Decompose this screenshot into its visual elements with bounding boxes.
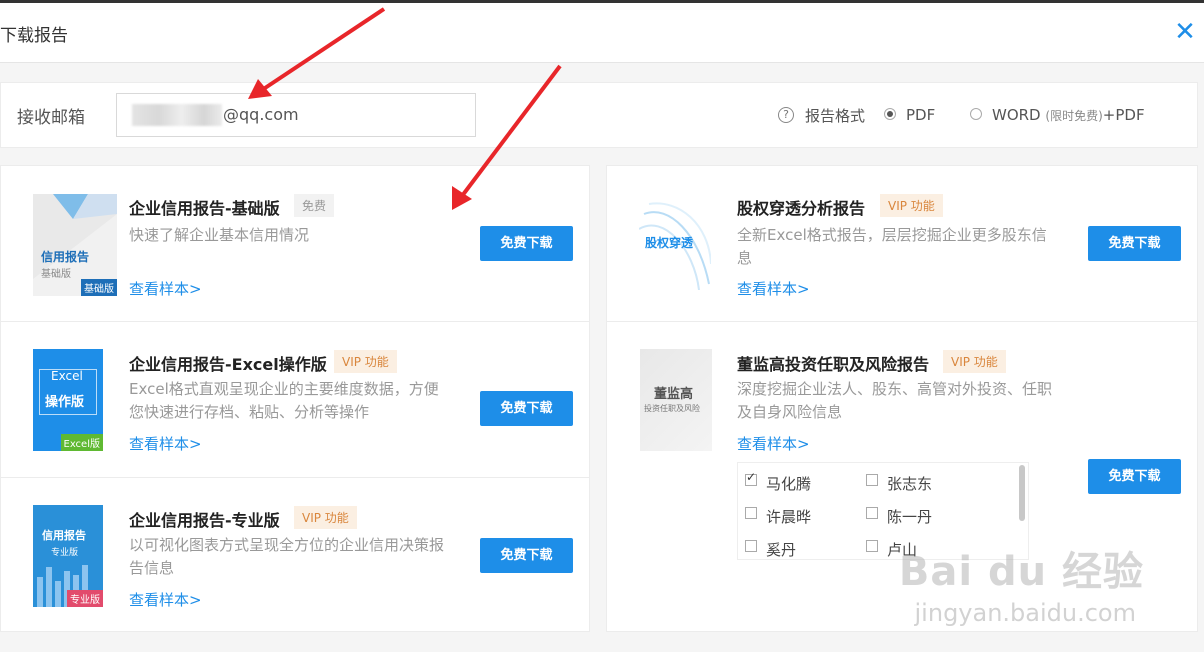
- close-icon[interactable]: ✕: [1170, 17, 1200, 47]
- person-name: 奚丹: [766, 541, 797, 559]
- vip-badge: VIP 功能: [943, 350, 1006, 373]
- view-sample-link[interactable]: 查看样本>: [129, 278, 202, 299]
- baidu-watermark-url: jingyan.baidu.com: [914, 599, 1136, 627]
- checkbox-person[interactable]: [745, 540, 757, 552]
- radio-pdf[interactable]: [884, 108, 896, 120]
- person-name: 张志东: [887, 475, 933, 493]
- report-card-excel: Excel 操作版 Excel版 企业信用报告-Excel操作版 VIP 功能 …: [1, 322, 589, 477]
- modal-title: 下载报告: [0, 26, 68, 46]
- report-card-pro: 信用报告 专业版 专业版 企业信用报告-专业版 VIP 功能 以可视化图表方式呈…: [1, 478, 589, 633]
- word-label: WORD (限时免费)+PDF: [992, 106, 1145, 124]
- checkbox-person[interactable]: [866, 540, 878, 552]
- card-description: 以可视化图表方式呈现全方位的企业信用决策报告信息: [129, 536, 445, 577]
- word-label-text: WORD: [992, 106, 1041, 124]
- thumb-title: 信用报告: [41, 250, 90, 264]
- card-title: 企业信用报告-基础版: [129, 199, 280, 218]
- word-note: (限时免费): [1045, 109, 1103, 123]
- view-sample-link[interactable]: 查看样本>: [737, 278, 810, 299]
- free-download-button[interactable]: 免费下载: [1088, 459, 1181, 494]
- checkbox-person[interactable]: [745, 507, 757, 519]
- radio-word[interactable]: [970, 108, 982, 120]
- modal-header: 下载报告 ✕: [0, 3, 1204, 63]
- word-suffix: +PDF: [1102, 106, 1145, 124]
- card-description: 快速了解企业基本信用情况: [129, 226, 310, 244]
- checkbox-person[interactable]: [745, 470, 757, 486]
- pdf-label: PDF: [906, 106, 936, 124]
- email-value: @qq.com: [223, 105, 299, 124]
- person-name: 马化腾: [766, 475, 812, 493]
- card-description: 深度挖掘企业法人、股东、高管对外投资、任职及自身风险信息: [737, 380, 1053, 421]
- thumb-subtitle: 基础版: [41, 269, 71, 280]
- help-icon[interactable]: ?: [778, 107, 794, 123]
- view-sample-link[interactable]: 查看样本>: [129, 589, 202, 610]
- card-title: 股权穿透分析报告: [737, 199, 866, 218]
- checkbox-person[interactable]: [866, 474, 878, 486]
- thumb-title: 股权穿透: [645, 236, 694, 250]
- vip-badge: VIP 功能: [294, 506, 357, 529]
- report-thumbnail: 股权穿透: [639, 194, 711, 290]
- view-sample-link[interactable]: 查看样本>: [129, 433, 202, 454]
- thumb-tag: 基础版: [81, 279, 117, 296]
- free-download-button[interactable]: 免费下载: [480, 226, 573, 261]
- report-thumbnail: 董监高 投资任职及风险: [640, 349, 712, 451]
- checkbox-person[interactable]: [866, 507, 878, 519]
- report-card-basic: 信用报告 基础版 基础版 企业信用报告-基础版 免费 快速了解企业基本信用情况 …: [1, 166, 589, 321]
- vip-badge: VIP 功能: [334, 350, 397, 373]
- free-badge: 免费: [294, 194, 335, 217]
- thumb-title: Excel: [51, 369, 83, 383]
- card-description: Excel格式直观呈现企业的主要维度数据，方便 您快速进行存档、粘贴、分析等操作: [129, 380, 439, 421]
- thumb-tag: Excel版: [60, 434, 103, 451]
- card-title: 企业信用报告-专业版: [129, 511, 280, 530]
- report-thumbnail: 信用报告 专业版 专业版: [33, 505, 103, 607]
- email-label: 接收邮箱: [17, 108, 85, 128]
- thumb-title: 董监高: [654, 387, 694, 402]
- thumb-tag: 专业版: [67, 590, 103, 607]
- vip-badge: VIP 功能: [880, 194, 943, 217]
- checklist-scrollbar[interactable]: [1019, 465, 1025, 521]
- free-download-button[interactable]: 免费下载: [480, 538, 573, 573]
- person-name: 陈一丹: [887, 508, 933, 526]
- free-download-button[interactable]: 免费下载: [1088, 226, 1181, 261]
- card-description: 全新Excel格式报告，层层挖掘企业更多股东信息: [737, 226, 1047, 267]
- person-name: 许晨晔: [766, 508, 812, 526]
- view-sample-link[interactable]: 查看样本>: [737, 433, 810, 454]
- thumb-subtitle: 操作版: [45, 395, 85, 410]
- card-title: 董监高投资任职及风险报告: [737, 355, 930, 374]
- free-download-button[interactable]: 免费下载: [480, 391, 573, 426]
- report-card-equity: 股权穿透 股权穿透分析报告 VIP 功能 全新Excel格式报告，层层挖掘企业更…: [607, 166, 1197, 321]
- email-bar: 接收邮箱 @qq.com ? 报告格式 PDF WORD (限时免费)+PDF: [0, 82, 1198, 148]
- email-redaction: [132, 104, 222, 126]
- thumb-subtitle: 投资任职及风险: [644, 404, 700, 413]
- card-title: 企业信用报告-Excel操作版: [129, 355, 327, 374]
- baidu-watermark: Bai du 经验: [898, 549, 1144, 595]
- left-panel: 信用报告 基础版 基础版 企业信用报告-基础版 免费 快速了解企业基本信用情况 …: [0, 165, 590, 632]
- format-label: 报告格式: [805, 107, 866, 125]
- report-thumbnail: 信用报告 基础版 基础版: [33, 194, 117, 296]
- email-input[interactable]: @qq.com: [116, 93, 476, 137]
- report-thumbnail: Excel 操作版 Excel版: [33, 349, 103, 451]
